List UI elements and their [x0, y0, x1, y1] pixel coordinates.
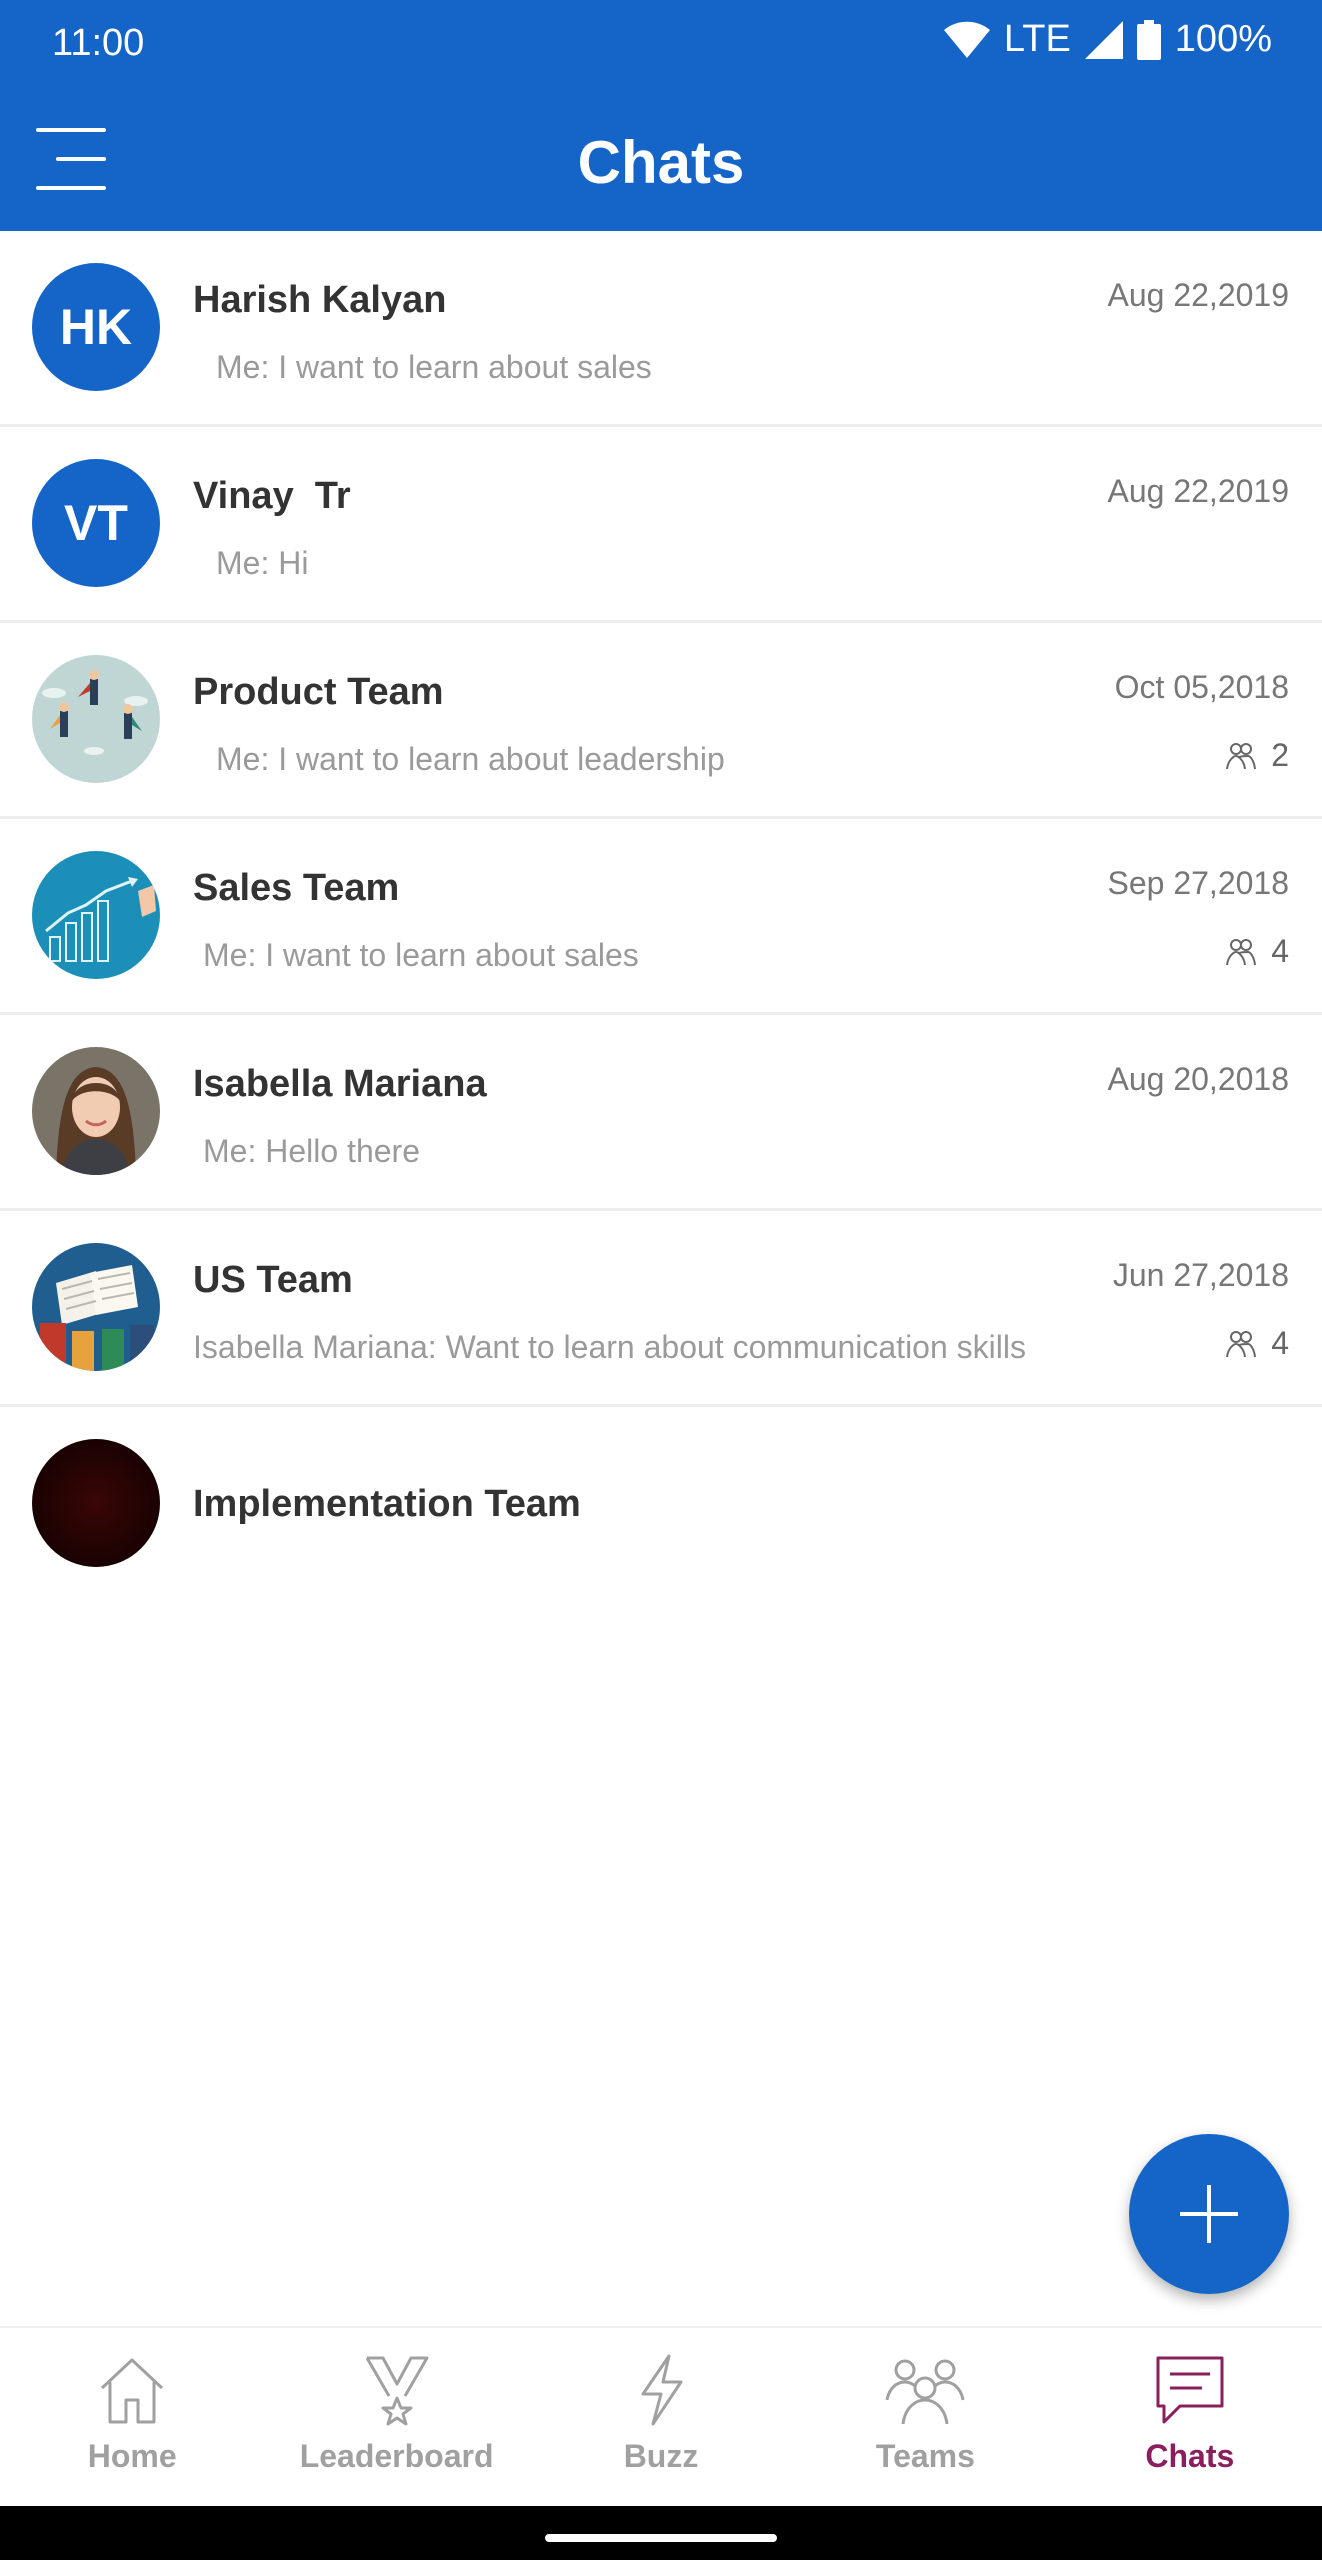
chat-last-message: Me: Hi [216, 545, 309, 581]
teams-icon [885, 2359, 965, 2425]
battery-icon [1136, 19, 1161, 60]
member-count-value: 2 [1271, 737, 1289, 773]
chat-name: US Team [193, 1259, 353, 1301]
member-count: 2 [1225, 737, 1289, 774]
home-icon [101, 2358, 164, 2424]
nav-home-label: Home [87, 2438, 177, 2474]
chat-name: Sales Team [193, 867, 400, 909]
plus-icon [1180, 2185, 1238, 2243]
group-avatar-image [32, 1439, 160, 1567]
profile-photo [32, 1047, 160, 1175]
status-icons: LTE 100% [943, 18, 1272, 61]
chat-date: Sep 27,2018 [1107, 865, 1290, 901]
nav-teams-label: Teams [875, 2438, 975, 2474]
nav-teams[interactable]: Teams [793, 2328, 1057, 2506]
chat-name: Vinay Tr [193, 475, 351, 517]
chat-date: Jun 27,2018 [1112, 1257, 1289, 1293]
lightning-icon [641, 2354, 683, 2426]
member-count: 4 [1225, 1325, 1289, 1362]
members-icon [1226, 742, 1257, 769]
bottom-navigation: Home Leaderboard Buzz Teams Chats [0, 2326, 1322, 2506]
chat-date: Aug 20,2018 [1107, 1061, 1290, 1097]
medal-icon [365, 2356, 429, 2426]
chat-name: Implementation Team [193, 1483, 581, 1525]
chat-row[interactable]: VT Vinay Tr Aug 22,2019 Me: Hi [0, 427, 1322, 623]
chats-screen: 11:00 LTE 100% Chats HK Harish Kalyan Au… [0, 0, 1322, 2560]
group-avatar-image [32, 1243, 160, 1371]
chat-row[interactable]: Implementation Team [0, 1407, 1322, 1603]
chat-name: Isabella Mariana [193, 1063, 487, 1105]
members-icon [1226, 1330, 1257, 1357]
chat-list: HK Harish Kalyan Aug 22,2019 Me: I want … [0, 231, 1322, 1603]
new-chat-button[interactable] [1129, 2134, 1289, 2294]
nav-chats-label: Chats [1145, 2438, 1235, 2474]
chat-name: Product Team [193, 671, 444, 713]
group-avatar-image [32, 851, 160, 979]
chat-row[interactable]: Sales Team Sep 27,2018 Me: I want to lea… [0, 819, 1322, 1015]
member-count-value: 4 [1271, 933, 1289, 969]
chat-last-message: Me: I want to learn about sales [216, 349, 652, 385]
home-gesture-handle[interactable] [545, 2534, 777, 2542]
nav-buzz-label: Buzz [623, 2438, 699, 2474]
chat-bubble-icon [1156, 2356, 1224, 2424]
nav-leaderboard[interactable]: Leaderboard [264, 2328, 528, 2506]
chat-row[interactable]: US Team Jun 27,2018 Isabella Mariana: Wa… [0, 1211, 1322, 1407]
chat-date: Oct 05,2018 [1114, 669, 1289, 705]
nav-home[interactable]: Home [0, 2328, 264, 2506]
page-title: Chats [577, 129, 745, 196]
status-time: 11:00 [52, 22, 145, 64]
chat-date: Aug 22,2019 [1107, 473, 1290, 509]
avatar: HK [32, 263, 160, 391]
nav-leaderboard-label: Leaderboard [299, 2438, 494, 2474]
nav-chats[interactable]: Chats [1058, 2328, 1322, 2506]
chat-date: Aug 22,2019 [1107, 277, 1290, 313]
wifi-icon [943, 21, 990, 58]
group-avatar-image [32, 655, 160, 783]
members-icon [1226, 938, 1257, 965]
chat-last-message: Me: Hello there [203, 1133, 420, 1169]
chat-name: Harish Kalyan [193, 279, 447, 321]
chat-row[interactable]: Product Team Oct 05,2018 Me: I want to l… [0, 623, 1322, 819]
system-nav-bar [0, 2506, 1322, 2560]
chat-last-message: Me: I want to learn about sales [203, 937, 639, 973]
battery-level: 100% [1174, 18, 1272, 60]
chat-row[interactable]: HK Harish Kalyan Aug 22,2019 Me: I want … [0, 231, 1322, 427]
chat-last-message: Me: I want to learn about leadership [216, 741, 725, 777]
network-label: LTE [1003, 18, 1071, 60]
chat-last-message: Isabella Mariana: Want to learn about co… [193, 1329, 1026, 1365]
avatar: VT [32, 459, 160, 587]
member-count-value: 4 [1271, 1325, 1289, 1361]
chat-row[interactable]: Isabella Mariana Aug 20,2018 Me: Hello t… [0, 1015, 1322, 1211]
signal-icon [1084, 20, 1123, 59]
member-count: 4 [1225, 933, 1289, 970]
app-header: 11:00 LTE 100% Chats [0, 0, 1322, 231]
nav-buzz[interactable]: Buzz [529, 2328, 793, 2506]
